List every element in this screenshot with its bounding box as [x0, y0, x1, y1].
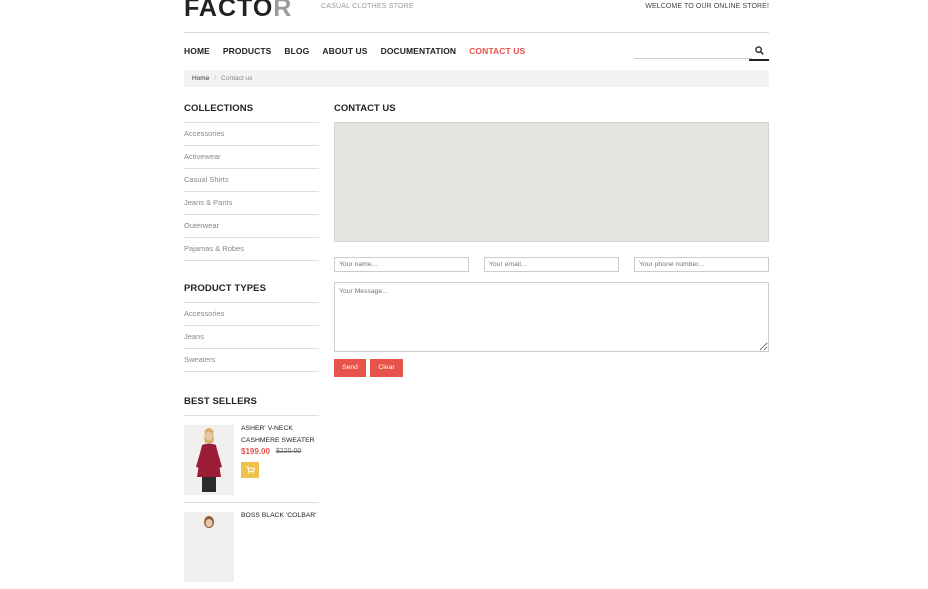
- collection-link[interactable]: Accessories: [184, 122, 319, 145]
- nav-blog[interactable]: BLOG: [284, 46, 309, 56]
- add-to-cart-button[interactable]: [241, 462, 259, 478]
- collection-link[interactable]: Pajamas & Robes: [184, 237, 319, 260]
- collection-link[interactable]: Outerwear: [184, 214, 319, 237]
- list-divider: [184, 371, 319, 372]
- nav-contact-us[interactable]: CONTACT US: [469, 46, 525, 56]
- breadcrumb: Home / Contact us: [184, 70, 769, 87]
- collections-list: Accessories Activewear Casual Shirts Jea…: [184, 122, 319, 261]
- product-name[interactable]: ASHER' V-NECK CASHMERE SWEATER: [241, 423, 319, 447]
- product-type-link[interactable]: Accessories: [184, 302, 319, 325]
- store-tagline: CASUAL CLOTHES STORE: [321, 3, 414, 10]
- product-price: $199.00: [241, 447, 270, 456]
- page-title: CONTACT US: [334, 103, 396, 114]
- search-bar: [634, 42, 769, 61]
- product-card: ASHER' V-NECK CASHMERE SWEATER $199.00 $…: [184, 415, 319, 502]
- nav-documentation[interactable]: DOCUMENTATION: [381, 46, 457, 56]
- breadcrumb-home[interactable]: Home: [192, 75, 209, 82]
- product-image[interactable]: [184, 512, 234, 582]
- collection-link[interactable]: Casual Shirts: [184, 168, 319, 191]
- header-divider: [184, 32, 769, 33]
- nav-home[interactable]: HOME: [184, 46, 210, 56]
- logo-text-accent: R: [273, 0, 293, 22]
- logo-text: FACTO: [184, 0, 274, 22]
- breadcrumb-current: Contact us: [221, 75, 253, 82]
- nav-products[interactable]: PRODUCTS: [223, 46, 272, 56]
- product-type-link[interactable]: Sweaters: [184, 348, 319, 371]
- cart-icon: [246, 466, 255, 474]
- product-types-title: PRODUCT TYPES: [184, 283, 267, 294]
- send-button[interactable]: Send: [334, 359, 366, 377]
- clear-button[interactable]: Clear: [370, 359, 403, 377]
- main-nav: HOME PRODUCTS BLOG ABOUT US DOCUMENTATIO…: [184, 46, 538, 56]
- search-icon: [754, 46, 764, 55]
- product-name[interactable]: BOSS BLACK 'COLBAR': [241, 510, 319, 522]
- logo[interactable]: FACTOR: [184, 0, 292, 22]
- search-button[interactable]: [749, 42, 769, 61]
- best-sellers-title: BEST SELLERS: [184, 396, 257, 407]
- model-photo-icon: [184, 425, 234, 495]
- search-input[interactable]: [634, 42, 752, 59]
- collection-link[interactable]: Jeans & Pants: [184, 191, 319, 214]
- best-sellers-list: ASHER' V-NECK CASHMERE SWEATER $199.00 $…: [184, 415, 319, 589]
- phone-field[interactable]: [634, 257, 769, 272]
- product-card: BOSS BLACK 'COLBAR': [184, 502, 319, 589]
- map-embed[interactable]: [334, 122, 769, 242]
- welcome-message: WELCOME TO OUR ONLINE STORE!: [645, 3, 769, 10]
- nav-about-us[interactable]: ABOUT US: [322, 46, 367, 56]
- product-types-list: Accessories Jeans Sweaters: [184, 302, 319, 372]
- model-photo-icon: [184, 512, 234, 582]
- collections-title: COLLECTIONS: [184, 103, 254, 114]
- name-field[interactable]: [334, 257, 469, 272]
- message-field[interactable]: [334, 282, 769, 352]
- breadcrumb-separator: /: [214, 75, 217, 82]
- product-old-price: $220.00: [276, 448, 302, 455]
- product-type-link[interactable]: Jeans: [184, 325, 319, 348]
- collection-link[interactable]: Activewear: [184, 145, 319, 168]
- email-field[interactable]: [484, 257, 619, 272]
- product-image[interactable]: [184, 425, 234, 495]
- list-divider: [184, 260, 319, 261]
